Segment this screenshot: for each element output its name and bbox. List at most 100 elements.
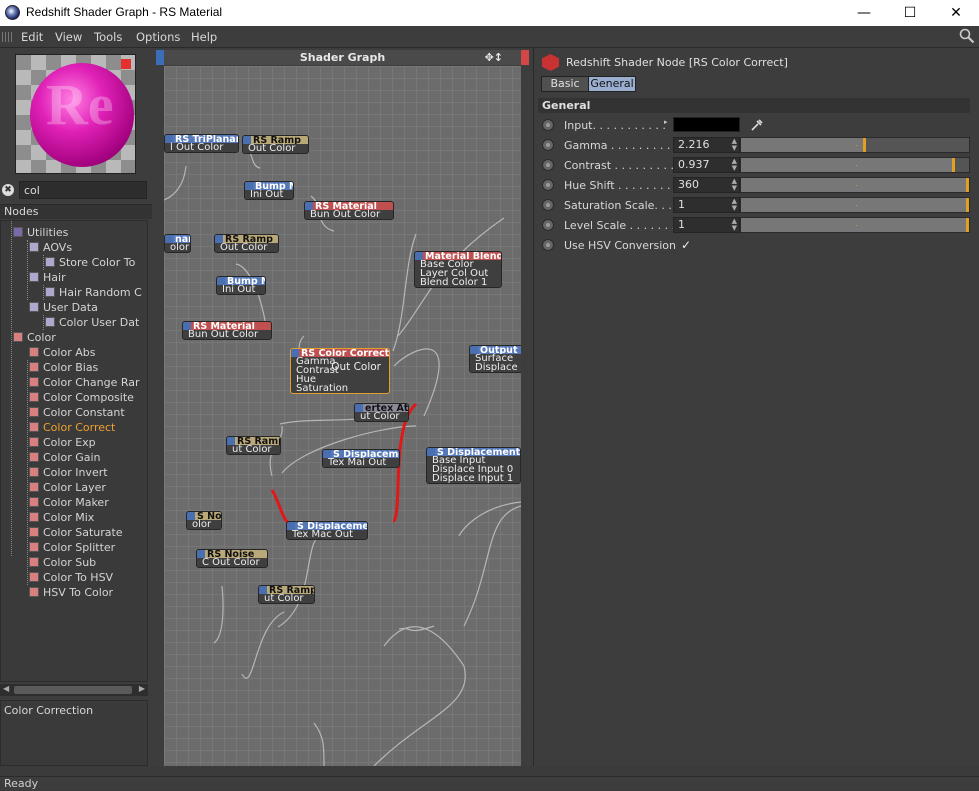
tree-scrollbar[interactable]: ◀ ▶ (0, 684, 148, 696)
node-port[interactable]: Bun Out Color (183, 330, 271, 340)
material-preview[interactable]: Re (15, 54, 136, 174)
graph-node-ramp2[interactable]: RS Ramp Out Color (214, 234, 279, 253)
tree-item[interactable]: Color Bias (29, 360, 98, 375)
scroll-thumb[interactable] (14, 686, 132, 694)
node-port[interactable]: Blend Color 1 (415, 278, 501, 288)
node-port[interactable]: l Out Color (165, 143, 238, 153)
eyedropper-icon[interactable] (750, 118, 764, 132)
spinner-icon[interactable]: ▲ ▼ (732, 198, 737, 212)
node-port[interactable]: ut Color (355, 412, 408, 422)
tab-basic[interactable]: Basic (541, 76, 589, 92)
graph-node-noi[interactable]: S Noiolor (186, 511, 222, 530)
node-tree[interactable]: Utilities AOVs Store Color To Hair Hair Rand… (0, 220, 148, 682)
graph-node-mat2[interactable]: RS Material Bun Out Color (182, 321, 272, 340)
menu-options[interactable]: Options (136, 30, 180, 44)
param-slider[interactable] (740, 177, 970, 193)
tree-item[interactable]: User Data (29, 300, 98, 315)
tree-item[interactable]: Color To HSV (29, 570, 113, 585)
node-port[interactable]: Ini Out (217, 285, 265, 295)
tree-item[interactable]: Color Correct (29, 420, 115, 435)
param-value-field[interactable]: 0.937 ▲ ▼ (673, 157, 740, 173)
tree-item[interactable]: Color Maker (29, 495, 109, 510)
tree-item[interactable]: Color Gain (29, 450, 101, 465)
graph-node-disp2[interactable]: S Displacemer Tex Mac Out (286, 521, 368, 540)
graph-node-ramp4[interactable]: RS Ramp ut Color (258, 585, 315, 604)
param-value-field[interactable]: 2.216 ▲ ▼ (673, 137, 740, 153)
expand-arrow-icon[interactable]: ▸ (664, 118, 668, 126)
node-port[interactable]: Displace Input 1 (427, 474, 520, 484)
param-value-field[interactable]: 360 ▲ ▼ (673, 177, 740, 193)
tree-item[interactable]: Color User Dat (45, 315, 139, 330)
graph-node-noise[interactable]: RS Noise C Out Color (196, 549, 268, 568)
slider-handle[interactable] (863, 138, 867, 152)
graph-node-ramp1[interactable]: RS Ramp Out Color (242, 135, 309, 154)
clear-search-icon[interactable]: ✖ (2, 184, 14, 196)
node-port[interactable]: Ini Out (245, 190, 293, 200)
keyframe-radio-icon[interactable] (542, 199, 554, 211)
graph-node-triplanar[interactable]: RS TriPlanar l Out Color (164, 134, 239, 153)
tree-item[interactable]: Color Abs (29, 345, 95, 360)
menu-help[interactable]: Help (191, 30, 217, 44)
section-general[interactable]: General (538, 98, 970, 113)
tree-item[interactable]: Color (13, 330, 56, 345)
scroll-right-icon[interactable]: ▶ (139, 684, 145, 693)
node-output-port[interactable]: Out Color (331, 362, 381, 373)
spinner-icon[interactable]: ▲ ▼ (732, 178, 737, 192)
slider-handle[interactable] (966, 218, 969, 232)
tab-general[interactable]: General (588, 76, 636, 92)
hsv-checkbox[interactable]: ✓ (681, 238, 691, 252)
graph-node-ramp3[interactable]: RS Ramput Color (226, 436, 281, 455)
node-port[interactable]: C Out Color (197, 558, 267, 568)
tree-item[interactable]: Color Invert (29, 465, 108, 480)
param-value-field[interactable]: 1 ▲ ▼ (673, 197, 740, 213)
node-port[interactable]: Bun Out Color (305, 210, 393, 220)
tree-item[interactable]: Utilities (13, 225, 68, 240)
tree-item[interactable]: Color Mix (29, 510, 94, 525)
node-port[interactable]: Saturation (291, 384, 389, 394)
tree-item[interactable]: AOVs (29, 240, 72, 255)
graph-node-disp1[interactable]: S DisplacemerTex Mai Out (322, 449, 400, 468)
graph-node-dispbl[interactable]: S Displacement BlBase InputDisplace Inpu… (426, 447, 521, 484)
minimize-button[interactable]: — (841, 0, 887, 26)
tree-item[interactable]: Color Sub (29, 555, 96, 570)
param-slider[interactable] (740, 157, 970, 173)
node-port[interactable]: Displace (470, 363, 521, 373)
param-value-field[interactable]: 1 ▲ ▼ (673, 217, 740, 233)
tree-item[interactable]: Color Composite (29, 390, 134, 405)
param-slider[interactable] (740, 137, 970, 153)
slider-handle[interactable] (966, 178, 969, 192)
tree-item[interactable]: Color Splitter (29, 540, 115, 555)
node-port[interactable]: ut Color (227, 445, 280, 455)
node-port[interactable]: olor (187, 520, 221, 530)
slider-handle[interactable] (966, 198, 969, 212)
node-port[interactable]: ut Color (259, 594, 314, 604)
graph-node-nar[interactable]: narolor (164, 234, 191, 253)
tree-item[interactable]: Color Constant (29, 405, 125, 420)
menu-tools[interactable]: Tools (94, 30, 122, 44)
slider-handle[interactable] (952, 158, 956, 172)
keyframe-radio-icon[interactable] (542, 119, 554, 131)
maximize-button[interactable]: ☐ (887, 0, 933, 26)
color-swatch[interactable] (673, 117, 740, 132)
spinner-icon[interactable]: ▲ ▼ (732, 158, 737, 172)
param-slider[interactable] (740, 217, 970, 233)
tree-item[interactable]: Color Layer (29, 480, 106, 495)
graph-node-vattr[interactable]: ertex Attrut Color (354, 403, 409, 422)
scroll-left-icon[interactable]: ◀ (3, 684, 9, 693)
tree-item[interactable]: Color Change Rar (29, 375, 140, 390)
keyframe-radio-icon[interactable] (542, 219, 554, 231)
keyframe-radio-icon[interactable] (542, 179, 554, 191)
graph-node-output[interactable]: Output Surface Displace (469, 345, 521, 373)
tree-item[interactable]: HSV To Color (29, 585, 113, 600)
graph-node-mat1[interactable]: RS Material Bun Out Color (304, 201, 394, 220)
node-port[interactable]: Tex Mac Out (287, 530, 367, 540)
spinner-icon[interactable]: ▲ ▼ (732, 138, 737, 152)
menu-view[interactable]: View (55, 30, 82, 44)
tree-item[interactable]: Hair Random C (45, 285, 142, 300)
node-port[interactable]: olor (165, 243, 190, 253)
graph-node-cc[interactable]: RS Color Correct Gamma Contrast Hue Saturati… (290, 348, 390, 394)
search-icon[interactable] (959, 28, 975, 44)
node-port[interactable]: Tex Mai Out (323, 458, 399, 468)
node-port[interactable]: Out Color (215, 243, 278, 253)
node-search-input[interactable] (19, 181, 147, 199)
